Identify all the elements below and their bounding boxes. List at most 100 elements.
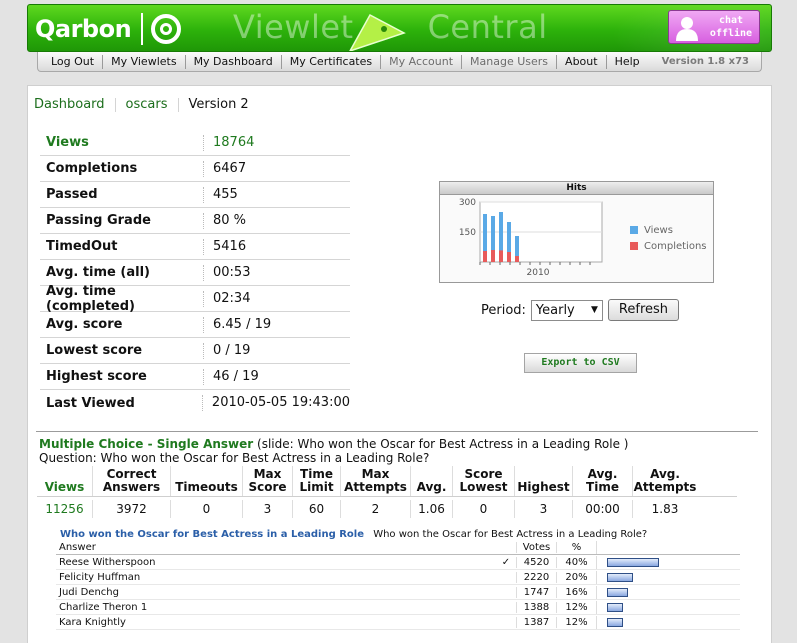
legend-label-completions: Completions <box>644 240 707 252</box>
x-axis-label: 2010 <box>527 268 550 278</box>
period-select[interactable]: Yearly ▼ <box>530 299 603 321</box>
breadcrumb-separator <box>114 97 116 112</box>
answer-percent: 20% <box>556 571 596 583</box>
chart-legend: Views Completions <box>630 222 707 254</box>
correct-check-icon: ✓ <box>501 556 511 568</box>
answer-row: Charlize Theron 1 1388 12% <box>56 600 740 615</box>
export-csv-button[interactable]: Export to CSV <box>524 353 637 373</box>
stat-value: 80 % <box>203 212 350 229</box>
stat-label: Avg. time (all) <box>46 265 150 280</box>
answer-row: Kara Knightly 1387 12% <box>56 615 740 630</box>
answer-votes: 4520 <box>516 556 556 568</box>
stat-value: 02:34 <box>203 290 350 307</box>
qarbon-logo[interactable]: Qarbon <box>35 12 182 46</box>
answer-bar <box>607 617 623 627</box>
qstat-value: 2 <box>341 500 411 518</box>
answer-percent: 12% <box>556 616 596 628</box>
refresh-button[interactable]: Refresh <box>607 299 680 321</box>
answer-bar <box>607 557 659 567</box>
qstat-value: 3 <box>515 500 573 518</box>
qstat-col-header: Avg. <box>411 466 453 496</box>
stat-label: Views <box>46 135 89 150</box>
answer-bar <box>607 587 628 597</box>
answers-title-link[interactable]: Who won the Oscar for Best Actress in a … <box>60 529 364 540</box>
hits-chart: Hits 150 300 2010 Views Completions <box>439 181 714 283</box>
stat-label: Last Viewed <box>46 395 135 411</box>
chat-line-2: offline <box>709 28 753 39</box>
stat-label: Avg. score <box>46 317 123 332</box>
breadcrumb: Dashboard oscars Version 2 <box>34 97 249 112</box>
nav-help[interactable]: Help <box>607 55 648 69</box>
answers-header-pct: % <box>556 542 596 553</box>
qstat-col-header: Timeouts <box>171 466 243 496</box>
chart-title: Hits <box>440 182 713 195</box>
logo-mark-icon <box>151 14 182 44</box>
answer-votes: 1747 <box>516 586 556 598</box>
question-stats-row: 11256 3972 0 3 60 2 1.06 0 3 00:00 1.83 <box>37 497 737 521</box>
logo-text: Qarbon <box>35 15 132 43</box>
nav-manage-users: Manage Users <box>462 54 558 69</box>
answer-row: Reese Witherspoon ✓ 4520 40% <box>56 555 740 570</box>
nav-my-viewlets[interactable]: My Viewlets <box>103 54 186 69</box>
answers-title-text: Who won the Oscar for Best Actress in a … <box>373 529 648 540</box>
breadcrumb-dashboard[interactable]: Dashboard <box>34 97 115 112</box>
stat-value: 0 / 19 <box>203 342 350 359</box>
stat-value: 5416 <box>203 238 350 255</box>
y-tick-label: 300 <box>459 198 476 208</box>
chart-bar-completions <box>515 256 519 262</box>
answer-bar <box>607 602 623 612</box>
stat-label: Highest score <box>46 369 147 384</box>
qstat-value: 0 <box>453 500 515 518</box>
stat-label: Avg. time (completed) <box>46 283 135 314</box>
breadcrumb-current: Version 2 <box>188 97 249 112</box>
stat-value: 6467 <box>203 160 350 177</box>
answer-bar-cell <box>596 570 726 584</box>
answer-votes: 1388 <box>516 601 556 613</box>
stat-label: Passed <box>46 187 98 202</box>
stat-row: Highest score 46 / 19 <box>40 364 350 390</box>
answer-percent: 40% <box>556 556 596 568</box>
qstat-col-header: Correct Answers <box>93 466 171 496</box>
chat-line-1: chat <box>718 15 744 26</box>
nav-my-certificates[interactable]: My Certificates <box>282 54 382 69</box>
chart-bar-completions <box>507 252 511 262</box>
answer-text: Judi Denchg <box>59 586 119 598</box>
brand-left: Viewlet <box>233 8 354 46</box>
stat-row: Avg. score 6.45 / 19 <box>40 312 350 338</box>
nav-my-dashboard[interactable]: My Dashboard <box>186 54 282 69</box>
answer-bar <box>607 572 633 582</box>
question-heading: Multiple Choice - Single Answer (slide: … <box>39 437 628 451</box>
legend-views: Views <box>630 222 707 238</box>
nav-my-account: My Account <box>381 54 463 69</box>
question-type: Multiple Choice - Single Answer <box>39 437 254 451</box>
answers-title: Who won the Oscar for Best Actress in a … <box>60 529 647 540</box>
stat-label: Completions <box>46 161 138 176</box>
chart-bar-completions <box>499 250 503 262</box>
chevron-down-icon: ▼ <box>591 305 598 315</box>
nav-about[interactable]: About <box>557 54 607 69</box>
nav-log-out[interactable]: Log Out <box>43 54 104 69</box>
qstat-col-header: Avg. Attempts <box>633 467 697 494</box>
answers-header-answer: Answer <box>59 542 96 553</box>
stat-value: 46 / 19 <box>203 368 350 385</box>
chat-status-text: chat offline <box>705 14 757 40</box>
stat-row: Passing Grade 80 % <box>40 208 350 234</box>
breadcrumb-oscars[interactable]: oscars <box>126 97 178 112</box>
brand-fish-icon <box>349 13 406 51</box>
stats-table: Views 18764 Completions 6467 Passed 455 Passin… <box>40 130 350 416</box>
chat-status-button[interactable]: chat offline <box>668 10 760 44</box>
y-tick-label: 150 <box>459 228 476 238</box>
qstat-value: 3 <box>243 500 293 518</box>
stat-row: Passed 455 <box>40 182 350 208</box>
legend-swatch-completions <box>630 242 638 250</box>
question-stats-table: Views Correct Answers Timeouts Max Score Tim… <box>37 466 737 521</box>
stat-row: Avg. time (completed) 02:34 <box>40 283 350 314</box>
qstat-value: 1.83 <box>651 502 679 516</box>
answer-percent: 16% <box>556 586 596 598</box>
answer-votes: 1387 <box>516 616 556 628</box>
logo-separator <box>141 13 144 45</box>
answer-row: Felicity Huffman 2220 20% <box>56 570 740 585</box>
qstat-value: 3972 <box>93 500 171 518</box>
qstat-col-header: Avg. Time <box>573 466 633 496</box>
answer-text: Reese Witherspoon <box>59 556 156 568</box>
